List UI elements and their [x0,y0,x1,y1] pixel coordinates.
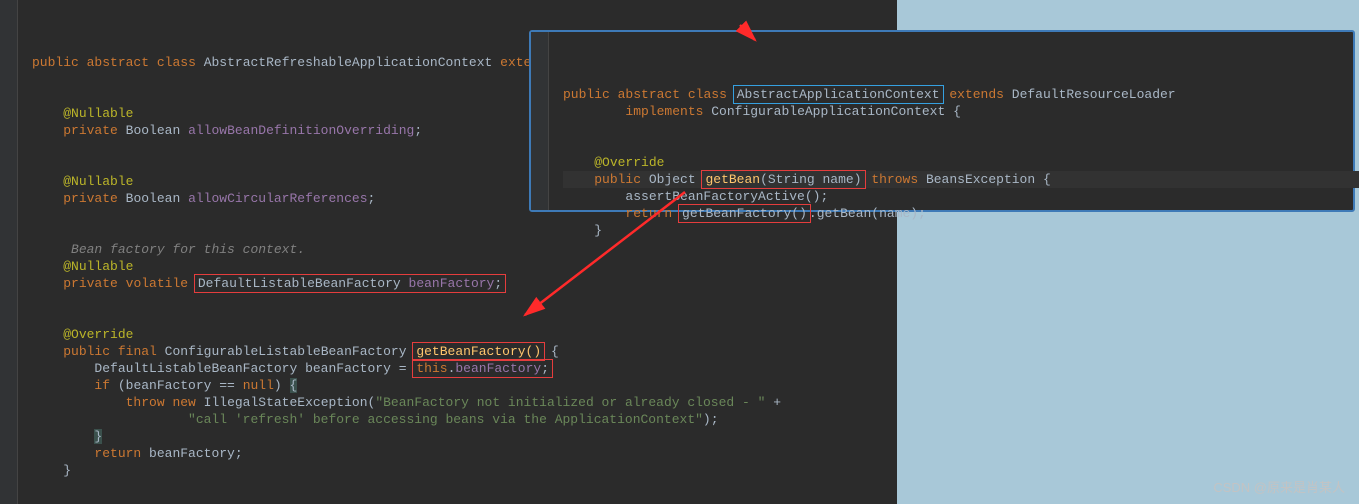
keyword: abstract [618,87,680,102]
semicolon: ; [235,446,243,461]
var: beanFactory [149,446,235,461]
keyword: if [94,378,110,393]
keyword: implements [625,104,703,119]
keyword: private [63,276,118,291]
keyword: throw [126,395,165,410]
keyword: final [118,344,157,359]
semicolon: ; [414,123,422,138]
field: allowCircularReferences [188,191,367,206]
type: DefaultListableBeanFactory [198,276,401,291]
annotation: @Nullable [63,106,133,121]
keyword: class [157,55,196,70]
field-ref: beanFactory [455,361,541,376]
class-name-box[interactable]: AbstractApplicationContext [735,87,942,102]
code-editor-panel-right[interactable]: public abstract class AbstractApplicatio… [529,30,1355,212]
args: (name) [871,206,918,221]
keyword: private [63,191,118,206]
keyword: extends [949,87,1004,102]
gutter-left [0,0,18,504]
keyword: this [416,361,447,376]
field: beanFactory [409,276,495,291]
method-call: getBean [817,206,872,221]
keyword: volatile [126,276,188,291]
operator: = [399,361,407,376]
class-name: AbstractRefreshableApplicationContext [204,55,493,70]
semicolon: ; [918,206,926,221]
annotation: @Nullable [63,174,133,189]
type: Boolean [126,191,181,206]
keyword: public [563,87,610,102]
type: Boolean [126,123,181,138]
plus: + [773,395,781,410]
string: "BeanFactory not initialized or already … [375,395,765,410]
keyword: public [32,55,79,70]
paren: ) [274,378,282,393]
this-ref-box: this.beanFactory; [414,361,551,376]
doc-comment: Bean factory for this context. [71,242,305,257]
annotation: @Override [594,155,664,170]
brace: } [63,463,71,478]
type: DefaultListableBeanFactory [94,361,297,376]
brace: { [551,344,559,359]
code-body-right[interactable]: public abstract class AbstractApplicatio… [539,69,1353,239]
string: "call 'refresh' before accessing beans v… [188,412,703,427]
keyword: return [625,206,672,221]
brace: { [953,104,961,119]
annotation: @Override [63,327,133,342]
keyword: return [94,446,141,461]
condition: (beanFactory == [118,378,235,393]
field: allowBeanDefinitionOverriding [188,123,414,138]
keyword: new [172,395,195,410]
keyword: public [63,344,110,359]
keyword: public [594,172,641,187]
paren: ); [703,412,719,427]
field-decl-box: DefaultListableBeanFactory beanFactory; [196,276,504,291]
exception: BeansException [926,172,1035,187]
type: DefaultResourceLoader [1012,87,1176,102]
brace: { [290,378,298,393]
params: (String name) [760,172,861,187]
return-type: ConfigurableListableBeanFactory [165,344,407,359]
local-var: beanFactory [305,361,391,376]
keyword: abstract [87,55,149,70]
call-box[interactable]: getBeanFactory() [680,206,809,221]
type: Object [649,172,696,187]
annotation: @Nullable [63,259,133,274]
method: getBean [705,172,760,187]
dot: . [809,206,817,221]
semicolon: ; [541,361,549,376]
type: ConfigurableApplicationContext [711,104,945,119]
method-sig-box[interactable]: getBean(String name) [703,172,863,187]
brace: { [1043,172,1051,187]
semicolon: ; [494,276,502,291]
method-name-box[interactable]: getBeanFactory() [414,344,543,359]
call: assertBeanFactoryActive(); [625,189,828,204]
type: IllegalStateException( [204,395,376,410]
csdn-watermark: CSDN @原来是肖某人 [1213,477,1345,496]
null-keyword: null [243,378,274,393]
brace: } [94,429,102,444]
gutter-right [531,32,549,210]
brace: } [594,223,602,238]
semicolon: ; [368,191,376,206]
keyword: private [63,123,118,138]
keyword: class [688,87,727,102]
keyword: throws [871,172,918,187]
